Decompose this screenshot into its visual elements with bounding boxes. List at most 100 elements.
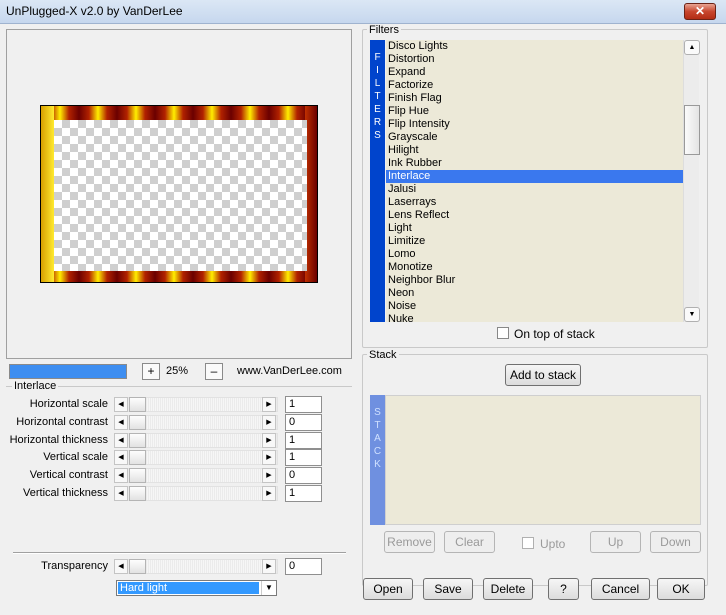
param-label: Vertical thickness (23, 487, 108, 499)
filter-list-item[interactable]: Factorize (386, 79, 683, 92)
filter-list-item[interactable]: Interlace (386, 170, 683, 183)
filter-list-item[interactable]: Neon (386, 287, 683, 300)
filter-list-item[interactable]: Disco Lights (386, 40, 683, 53)
preview-panel (6, 29, 352, 359)
filter-list-item[interactable]: Noise (386, 300, 683, 313)
chevron-down-icon[interactable]: ▼ (261, 581, 276, 595)
left-arrow-icon[interactable]: ◀ (114, 415, 128, 430)
zoom-in-button[interactable]: + (142, 363, 160, 380)
zoom-level: 25% (166, 365, 189, 377)
filter-list-item[interactable]: Lens Reflect (386, 209, 683, 222)
add-to-stack-button[interactable]: Add to stack (505, 364, 581, 386)
left-arrow-icon[interactable]: ◀ (114, 468, 128, 483)
zoom-out-button[interactable]: – (205, 363, 223, 380)
param-value-input[interactable]: 1 (285, 432, 322, 449)
filter-list-item[interactable]: Laserrays (386, 196, 683, 209)
close-button[interactable]: ✕ (684, 3, 716, 20)
param-label: Horizontal contrast (16, 416, 108, 428)
param-row: Horizontal thickness ◀ ▶ 1 (0, 432, 340, 449)
transparency-thumb[interactable] (129, 559, 146, 574)
right-arrow-icon[interactable]: ▶ (262, 397, 276, 412)
on-top-label: On top of stack (514, 327, 595, 341)
filters-group-label: Filters (367, 24, 401, 36)
filter-list-item[interactable]: Finish Flag (386, 92, 683, 105)
scroll-down-icon[interactable]: ▼ (684, 307, 700, 322)
stack-strip-text: STACK (372, 407, 383, 472)
right-arrow-icon[interactable]: ▶ (262, 450, 276, 465)
left-arrow-icon[interactable]: ◀ (114, 450, 128, 465)
slider-thumb[interactable] (129, 486, 146, 501)
save-button[interactable]: Save (423, 578, 473, 600)
param-row: Vertical thickness ◀ ▶ 1 (0, 485, 340, 502)
ok-button[interactable]: OK (657, 578, 705, 600)
delete-button[interactable]: Delete (483, 578, 533, 600)
scroll-thumb[interactable] (684, 105, 700, 155)
preview-image[interactable] (40, 105, 318, 283)
on-top-checkbox[interactable] (497, 327, 509, 339)
help-button[interactable]: ? (548, 578, 579, 600)
right-arrow-icon[interactable]: ▶ (262, 415, 276, 430)
param-row: Horizontal scale ◀ ▶ 1 (0, 396, 340, 413)
transparency-row: Transparency ◀ ▶ 0 (0, 558, 340, 575)
slider-thumb[interactable] (129, 415, 146, 430)
transparency-left-arrow-icon[interactable]: ◀ (114, 559, 128, 574)
param-value-input[interactable]: 1 (285, 449, 322, 466)
filter-list-item[interactable]: Lomo (386, 248, 683, 261)
filter-list-item[interactable]: Grayscale (386, 131, 683, 144)
filter-list-item[interactable]: Limitize (386, 235, 683, 248)
left-arrow-icon[interactable]: ◀ (114, 397, 128, 412)
open-button[interactable]: Open (363, 578, 413, 600)
remove-button[interactable]: Remove (384, 531, 435, 553)
slider-thumb[interactable] (129, 433, 146, 448)
param-value-input[interactable]: 0 (285, 467, 322, 484)
param-row: Vertical scale ◀ ▶ 1 (0, 449, 340, 466)
down-button[interactable]: Down (650, 531, 701, 553)
render-progress-bar (9, 364, 127, 379)
filter-list-item[interactable]: Light (386, 222, 683, 235)
param-value-input[interactable]: 1 (285, 396, 322, 413)
filters-strip-text: FILTERS (372, 52, 383, 143)
stack-list[interactable] (385, 395, 701, 525)
upto-label: Upto (540, 537, 566, 551)
upto-checkbox[interactable] (522, 537, 534, 549)
filter-list-item[interactable]: Monotize (386, 261, 683, 274)
right-arrow-icon[interactable]: ▶ (262, 468, 276, 483)
blend-mode-select[interactable]: Hard light ▼ (116, 580, 277, 596)
slider-thumb[interactable] (129, 468, 146, 483)
filters-strip: FILTERS (370, 40, 385, 322)
dialog-body: + 25% – www.VanDerLee.com Interlace Hori… (0, 24, 726, 615)
filter-list-item[interactable]: Distortion (386, 53, 683, 66)
blend-mode-value: Hard light (118, 582, 259, 594)
filter-list[interactable]: Disco Lights Distortion Expand Factorize Fin… (386, 40, 683, 322)
title-bar: UnPlugged-X v2.0 by VanDerLee ✕ (0, 0, 726, 24)
param-value-input[interactable]: 1 (285, 485, 322, 502)
scroll-up-icon[interactable]: ▲ (684, 40, 700, 55)
param-row: Vertical contrast ◀ ▶ 0 (0, 467, 340, 484)
left-arrow-icon[interactable]: ◀ (114, 486, 128, 501)
up-button[interactable]: Up (590, 531, 641, 553)
slider-thumb[interactable] (129, 397, 146, 412)
params-divider (13, 552, 346, 554)
filter-list-item[interactable]: Hilight (386, 144, 683, 157)
right-arrow-icon[interactable]: ▶ (262, 486, 276, 501)
website-link[interactable]: www.VanDerLee.com (237, 365, 342, 377)
filter-list-item[interactable]: Nuke (386, 313, 683, 322)
filter-list-item[interactable]: Flip Hue (386, 105, 683, 118)
param-value-input[interactable]: 0 (285, 414, 322, 431)
filter-list-item[interactable]: Flip Intensity (386, 118, 683, 131)
param-label: Horizontal thickness (9, 434, 108, 446)
clear-button[interactable]: Clear (444, 531, 495, 553)
cancel-button[interactable]: Cancel (591, 578, 650, 600)
window-title: UnPlugged-X v2.0 by VanDerLee (6, 4, 183, 18)
interlace-group-label: Interlace (12, 380, 59, 392)
filter-list-item[interactable]: Expand (386, 66, 683, 79)
left-arrow-icon[interactable]: ◀ (114, 433, 128, 448)
transparency-input[interactable]: 0 (285, 558, 322, 575)
transparency-right-arrow-icon[interactable]: ▶ (262, 559, 276, 574)
filter-list-item[interactable]: Neighbor Blur (386, 274, 683, 287)
right-arrow-icon[interactable]: ▶ (262, 433, 276, 448)
filter-list-item[interactable]: Jalusi (386, 183, 683, 196)
slider-thumb[interactable] (129, 450, 146, 465)
filter-list-item[interactable]: Ink Rubber (386, 157, 683, 170)
filter-list-scrollbar[interactable]: ▲ ▼ (683, 40, 700, 322)
